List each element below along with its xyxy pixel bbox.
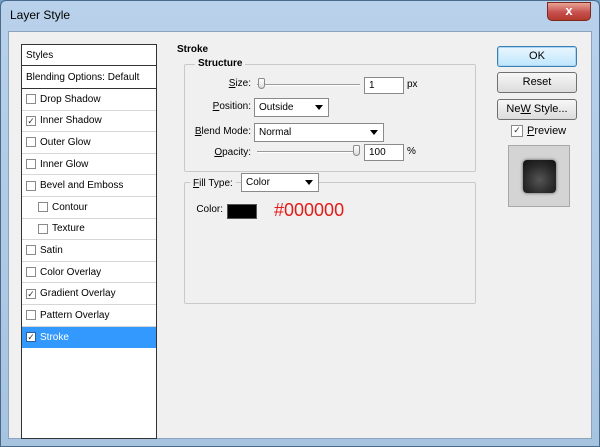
- color-swatch[interactable]: [227, 204, 257, 219]
- size-slider-thumb[interactable]: [257, 78, 265, 89]
- style-item-outer-glow[interactable]: Outer Glow: [22, 132, 156, 154]
- style-item-pattern-overlay[interactable]: Pattern Overlay: [22, 305, 156, 327]
- style-item-gradient-overlay[interactable]: ✓ Gradient Overlay: [22, 283, 156, 305]
- opacity-slider-thumb[interactable]: [353, 145, 360, 156]
- style-item-inner-glow[interactable]: Inner Glow: [22, 154, 156, 176]
- style-item-contour[interactable]: Contour: [22, 197, 156, 219]
- style-item-inner-shadow[interactable]: ✓ Inner Shadow: [22, 111, 156, 133]
- style-item-label: Stroke: [40, 331, 69, 343]
- chevron-down-icon: [315, 105, 323, 110]
- close-icon: x: [565, 3, 573, 18]
- layer-style-window: Layer Style x Styles Blending Options: D…: [0, 0, 600, 447]
- style-checkbox[interactable]: [26, 245, 36, 256]
- blend-mode-value: Normal: [259, 127, 292, 138]
- chevron-down-icon: [370, 130, 378, 135]
- color-label: Color:: [196, 204, 223, 215]
- style-item-label: Contour: [52, 201, 88, 213]
- style-checkbox[interactable]: [26, 180, 36, 191]
- style-checkbox[interactable]: [26, 159, 36, 170]
- preview-checkbox[interactable]: ✓: [511, 125, 523, 137]
- color-hex-annotation: #000000: [274, 200, 345, 220]
- style-checkbox[interactable]: [26, 94, 36, 105]
- style-item-label: Drop Shadow: [40, 93, 101, 105]
- opacity-slider-track[interactable]: [257, 151, 360, 153]
- preview-thumbnail: [508, 145, 570, 207]
- reset-button[interactable]: Reset: [497, 72, 577, 93]
- preview-swatch: [523, 160, 556, 193]
- style-item-label: Texture: [52, 223, 85, 235]
- size-slider-track[interactable]: [257, 84, 360, 86]
- style-item-label: Satin: [40, 244, 63, 256]
- styles-list-header[interactable]: Styles: [22, 45, 156, 66]
- style-item-label: Pattern Overlay: [40, 309, 110, 321]
- new-style-button[interactable]: NeW Style...: [497, 99, 577, 120]
- style-item-label: Gradient Overlay: [40, 288, 116, 300]
- dialog-client-area: Styles Blending Options: Default Drop Sh…: [8, 31, 592, 439]
- style-item-bevel-and-emboss[interactable]: Bevel and Emboss: [22, 175, 156, 197]
- style-checkbox[interactable]: [26, 310, 36, 321]
- opacity-label: Opacity:: [214, 147, 251, 158]
- styles-list: Styles Blending Options: Default Drop Sh…: [21, 44, 157, 439]
- style-item-texture[interactable]: Texture: [22, 219, 156, 241]
- blending-options-item[interactable]: Blending Options: Default: [22, 66, 156, 89]
- style-item-color-overlay[interactable]: Color Overlay: [22, 262, 156, 284]
- style-checkbox[interactable]: [26, 137, 36, 148]
- style-item-label: Color Overlay: [40, 266, 102, 278]
- style-checkbox[interactable]: ✓: [26, 115, 36, 126]
- size-label: Size:: [228, 78, 251, 89]
- position-label: Position:: [212, 101, 251, 112]
- window-title: Layer Style: [10, 8, 71, 22]
- stroke-section-title: Stroke: [177, 44, 209, 55]
- style-checkbox[interactable]: ✓: [26, 332, 36, 343]
- position-select[interactable]: Outside: [254, 98, 329, 117]
- style-item-label: Inner Glow: [40, 158, 89, 170]
- style-rows: Drop Shadow ✓ Inner Shadow Outer Glow Inner …: [22, 89, 156, 349]
- style-checkbox[interactable]: ✓: [26, 288, 36, 299]
- blend-mode-select[interactable]: Normal: [254, 123, 384, 142]
- opacity-input[interactable]: 100: [364, 144, 404, 161]
- style-item-label: Bevel and Emboss: [40, 180, 124, 192]
- preview-label: Preview: [527, 125, 567, 137]
- style-item-label: Outer Glow: [40, 136, 91, 148]
- size-input[interactable]: 1: [364, 77, 404, 94]
- style-item-drop-shadow[interactable]: Drop Shadow: [22, 89, 156, 111]
- style-item-stroke[interactable]: ✓ Stroke: [22, 326, 156, 349]
- title-bar[interactable]: Layer Style x: [1, 1, 599, 31]
- close-button[interactable]: x: [547, 2, 591, 21]
- preview-toggle[interactable]: ✓ Preview: [511, 125, 566, 137]
- ok-button[interactable]: OK: [497, 46, 577, 67]
- chevron-down-icon: [305, 180, 313, 185]
- fill-type-value: Color: [246, 177, 270, 188]
- style-checkbox[interactable]: [38, 202, 48, 213]
- opacity-unit: %: [407, 146, 416, 157]
- fill-type-select[interactable]: Color: [241, 173, 319, 192]
- blend-mode-label: Blend Mode:: [194, 126, 251, 137]
- structure-legend: Structure: [195, 58, 246, 69]
- style-item-label: Inner Shadow: [40, 115, 102, 127]
- style-item-satin[interactable]: Satin: [22, 240, 156, 262]
- fill-type-label: Fill Type:: [190, 174, 236, 194]
- style-checkbox[interactable]: [38, 223, 48, 234]
- style-checkbox[interactable]: [26, 267, 36, 278]
- size-unit: px: [407, 79, 418, 90]
- position-value: Outside: [259, 102, 294, 113]
